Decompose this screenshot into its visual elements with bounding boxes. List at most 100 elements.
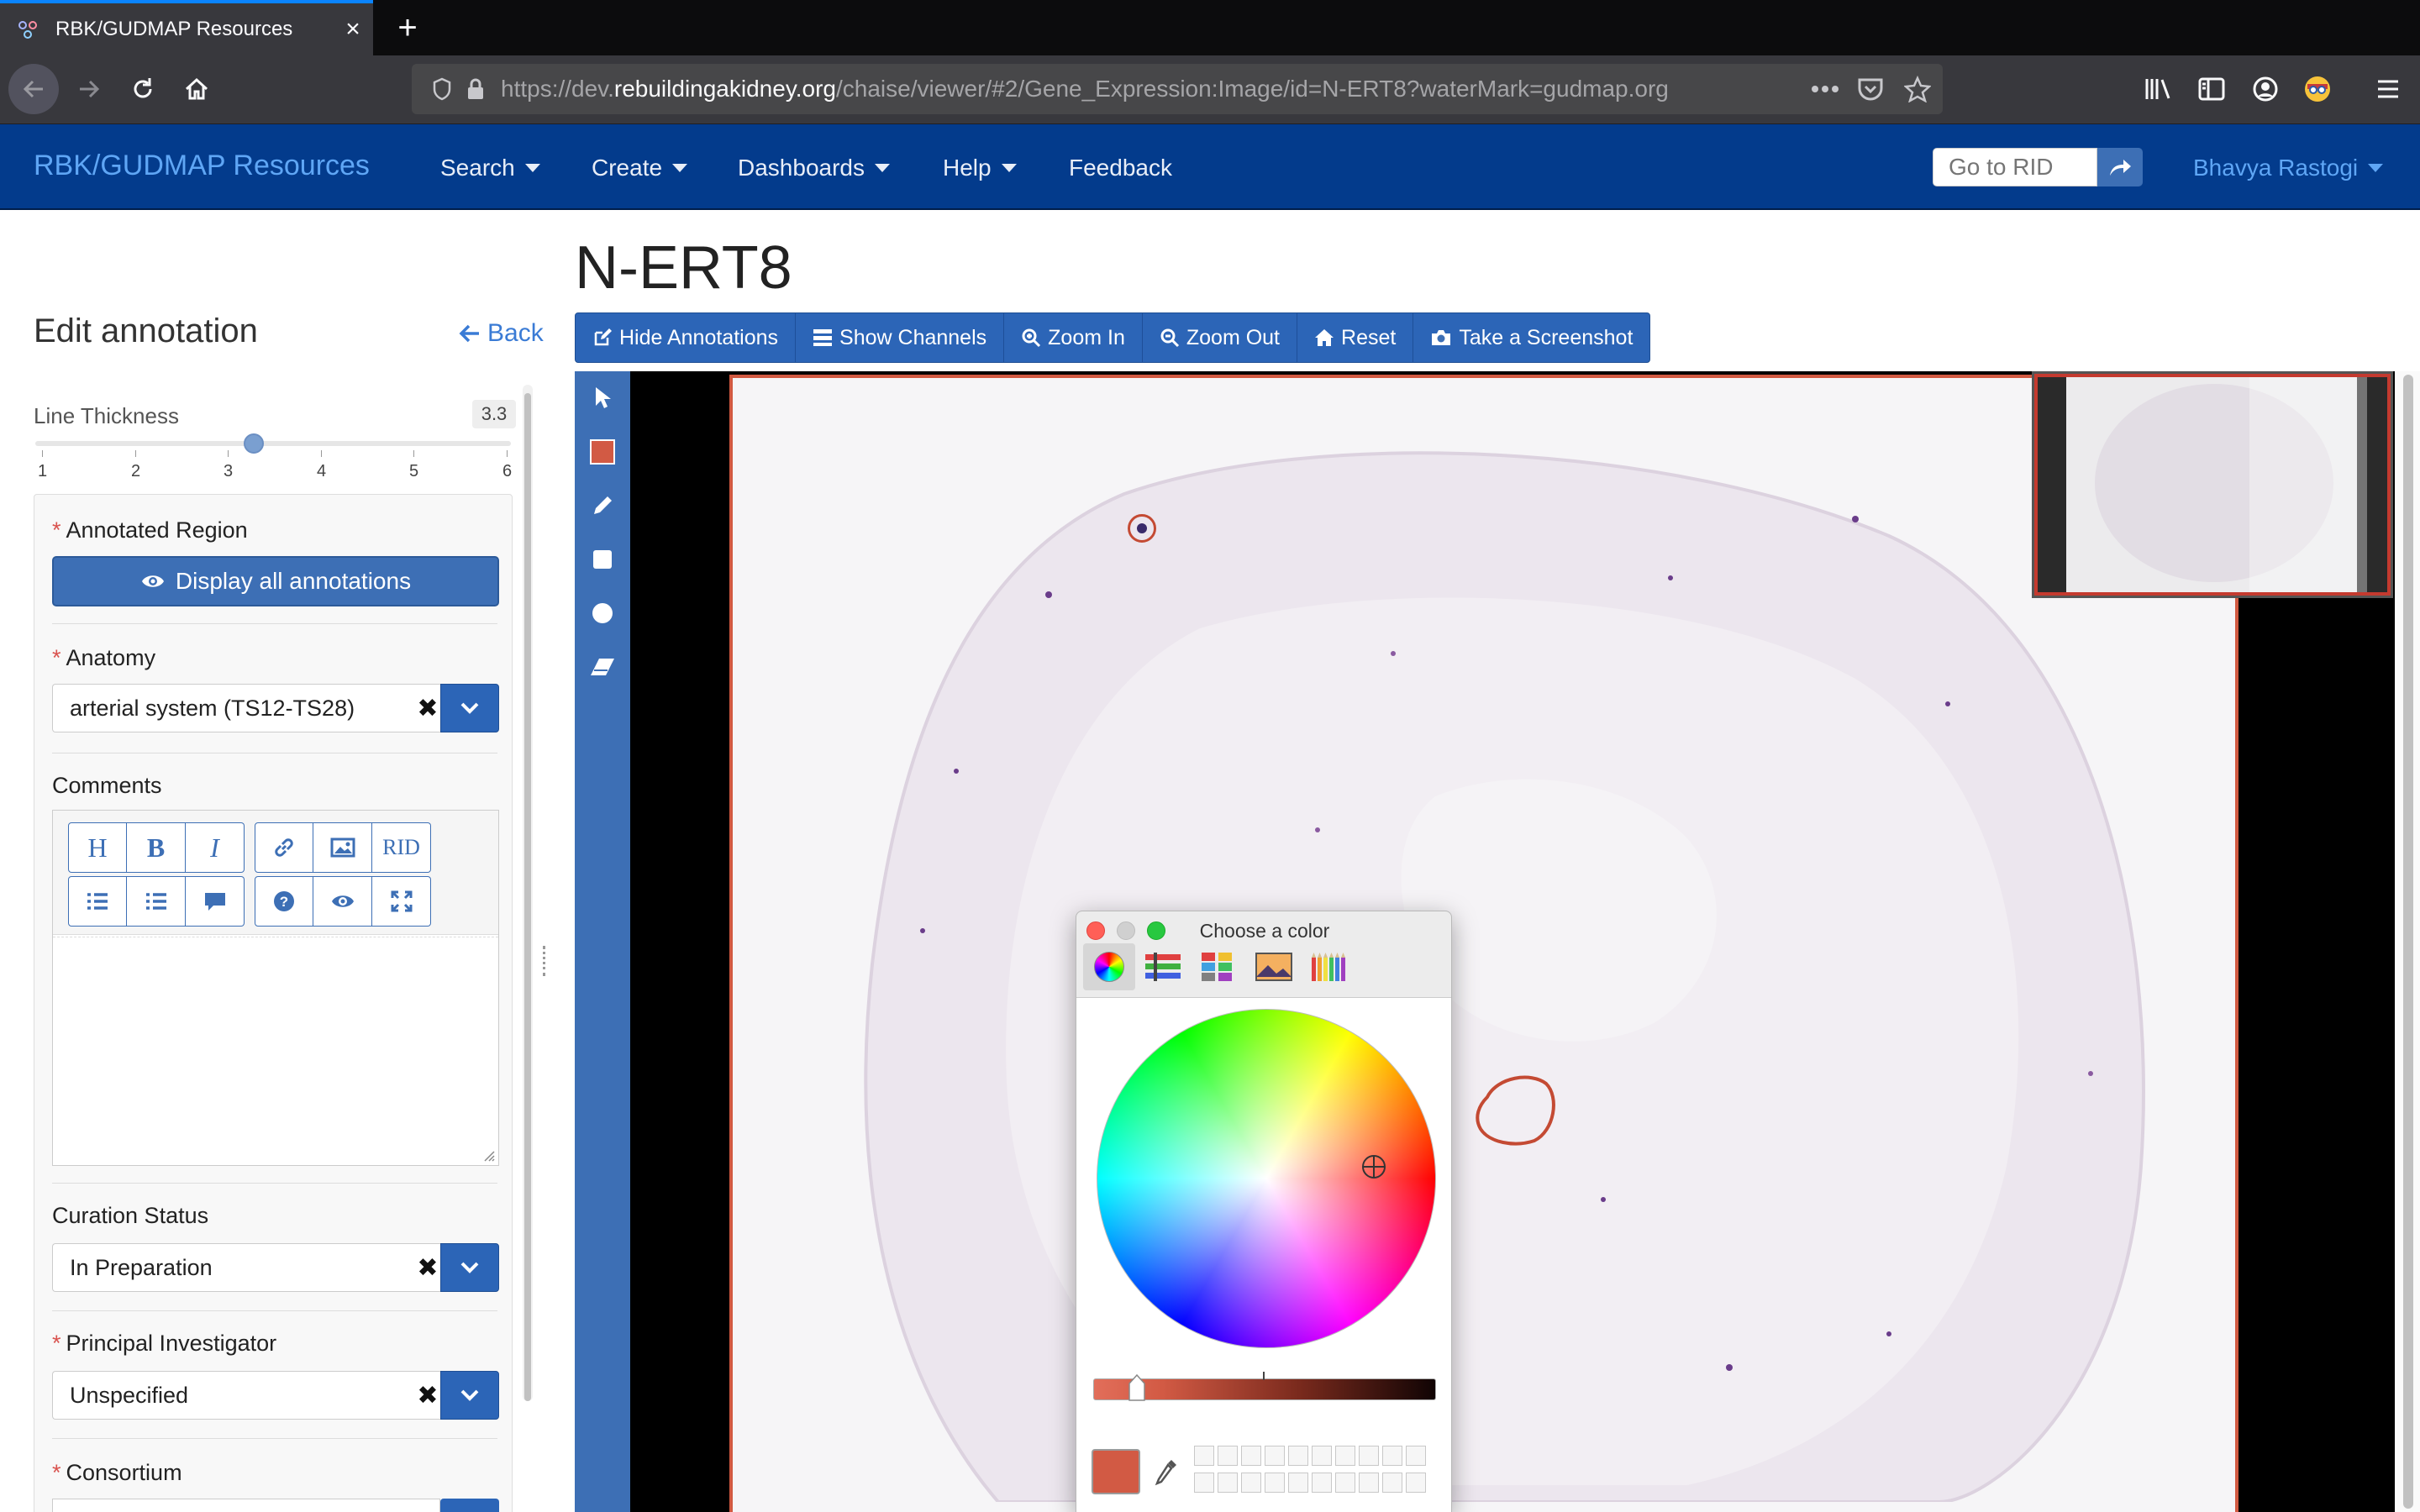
curation-status-select[interactable]: In Preparation ✖ [52, 1243, 499, 1292]
page-scrollbar-thumb[interactable] [2403, 375, 2413, 1509]
comment-button[interactable] [186, 876, 245, 927]
pocket-icon[interactable] [1847, 64, 1894, 114]
empty-swatch[interactable] [1312, 1473, 1332, 1493]
consortium-select[interactable] [52, 1499, 440, 1512]
numbered-list-button[interactable] [127, 876, 186, 927]
principal-investigator-select[interactable]: Unspecified ✖ [52, 1371, 499, 1420]
empty-swatch[interactable] [1382, 1473, 1402, 1493]
user-menu[interactable]: Bhavya Rastogi [2193, 155, 2384, 181]
clear-x-icon[interactable]: ✖ [415, 1243, 440, 1292]
panel-scrollbar-thumb[interactable] [524, 393, 531, 1401]
zoom-out-button[interactable]: Zoom Out [1143, 313, 1298, 362]
comments-textarea[interactable] [53, 937, 498, 1165]
annotation-marker[interactable] [1128, 514, 1156, 543]
menu-help[interactable]: Help [943, 155, 1017, 181]
bulleted-list-button[interactable] [68, 876, 127, 927]
empty-swatch[interactable] [1241, 1473, 1261, 1493]
empty-swatch[interactable] [1265, 1446, 1285, 1466]
help-button[interactable]: ? [255, 876, 313, 927]
empty-swatch[interactable] [1241, 1446, 1261, 1466]
rectangle-tool-icon[interactable] [575, 533, 630, 586]
color-palettes-mode-icon[interactable] [1191, 943, 1243, 990]
empty-swatch[interactable] [1218, 1446, 1238, 1466]
bold-button[interactable]: B [127, 822, 186, 873]
empty-swatch[interactable] [1335, 1473, 1355, 1493]
lock-icon[interactable] [459, 77, 492, 101]
fullscreen-button[interactable] [372, 876, 431, 927]
url-bar[interactable]: https://dev.rebuildingakidney.org/chaise… [412, 64, 1943, 114]
anatomy-select[interactable]: arterial system (TS12-TS28) ✖ [52, 684, 499, 732]
anatomy-value[interactable]: arterial system (TS12-TS28) [52, 684, 415, 732]
page-actions-icon[interactable] [1802, 64, 1849, 114]
empty-swatch[interactable] [1194, 1446, 1214, 1466]
chevron-down-icon[interactable] [440, 1243, 499, 1292]
menu-feedback[interactable]: Feedback [1069, 155, 1172, 181]
empty-swatch[interactable] [1265, 1473, 1285, 1493]
reload-icon[interactable] [118, 64, 168, 114]
current-color-swatch[interactable] [1092, 1449, 1140, 1494]
browser-tab[interactable]: RBK/GUDMAP Resources × [0, 0, 373, 55]
italic-button[interactable]: I [186, 822, 245, 873]
hide-annotations-button[interactable]: Hide Annotations [576, 313, 797, 362]
stroke-color-swatch[interactable] [575, 425, 630, 479]
empty-swatch[interactable] [1359, 1473, 1379, 1493]
color-wheel-crosshair-icon[interactable] [1362, 1155, 1386, 1179]
color-wheel[interactable] [1097, 1009, 1436, 1348]
empty-swatch[interactable] [1406, 1446, 1426, 1466]
brightness-slider-handle[interactable] [1128, 1373, 1146, 1402]
navigator-minimap[interactable] [2032, 371, 2393, 598]
sidebar-toggle-icon[interactable] [2188, 64, 2235, 114]
chevron-down-icon[interactable] [440, 684, 499, 732]
app-menu-icon[interactable] [2365, 64, 2412, 114]
tracking-shield-icon[interactable] [425, 77, 459, 101]
pointer-tool-icon[interactable] [575, 371, 630, 425]
take-screenshot-button[interactable]: Take a Screenshot [1413, 313, 1649, 362]
principal-investigator-value[interactable]: Unspecified [52, 1371, 415, 1420]
extension-icon[interactable] [2294, 64, 2341, 114]
eraser-tool-icon[interactable] [575, 640, 630, 694]
new-tab-button[interactable]: + [387, 7, 429, 49]
go-to-rid-button[interactable] [2097, 148, 2143, 186]
image-button[interactable] [313, 822, 372, 873]
browser-back-button[interactable] [8, 64, 59, 114]
brand-link[interactable]: RBK/GUDMAP Resources [34, 150, 370, 182]
account-icon[interactable] [2242, 64, 2289, 114]
bookmark-star-icon[interactable] [1894, 64, 1941, 114]
rid-button[interactable]: RID [372, 822, 431, 873]
annotation-freehand-shape[interactable] [1472, 1072, 1560, 1147]
circle-tool-icon[interactable] [575, 586, 630, 640]
panel-resize-handle[interactable] [543, 946, 548, 976]
reset-button[interactable]: Reset [1297, 313, 1414, 362]
eyedropper-icon[interactable] [1150, 1454, 1184, 1491]
empty-swatch[interactable] [1382, 1446, 1402, 1466]
menu-create[interactable]: Create [592, 155, 688, 181]
clear-x-icon[interactable]: ✖ [415, 684, 440, 732]
empty-swatch[interactable] [1288, 1473, 1308, 1493]
library-icon[interactable] [2134, 64, 2181, 114]
display-all-annotations-button[interactable]: Display all annotations [52, 556, 499, 606]
empty-swatch[interactable] [1359, 1446, 1379, 1466]
show-channels-button[interactable]: Show Channels [796, 313, 1005, 362]
line-thickness-slider-handle[interactable] [244, 433, 265, 454]
menu-search[interactable]: Search [440, 155, 540, 181]
empty-swatch[interactable] [1312, 1446, 1332, 1466]
resize-grip-icon[interactable] [481, 1148, 495, 1162]
zoom-in-button[interactable]: Zoom In [1004, 313, 1143, 362]
empty-swatch[interactable] [1335, 1446, 1355, 1466]
empty-swatch[interactable] [1288, 1446, 1308, 1466]
back-link[interactable]: Back [459, 319, 544, 348]
menu-dashboards[interactable]: Dashboards [738, 155, 890, 181]
empty-swatch[interactable] [1406, 1473, 1426, 1493]
clear-x-icon[interactable]: ✖ [415, 1371, 440, 1420]
heading-button[interactable]: H [68, 822, 127, 873]
curation-status-value[interactable]: In Preparation [52, 1243, 415, 1292]
image-palettes-mode-icon[interactable] [1248, 943, 1300, 990]
link-button[interactable] [255, 822, 313, 873]
chevron-down-icon[interactable] [440, 1371, 499, 1420]
chevron-down-icon[interactable] [440, 1499, 499, 1512]
browser-forward-button[interactable] [64, 64, 114, 114]
empty-swatch[interactable] [1218, 1473, 1238, 1493]
empty-swatch[interactable] [1194, 1473, 1214, 1493]
pencil-tool-icon[interactable] [575, 479, 630, 533]
color-sliders-mode-icon[interactable] [1137, 943, 1189, 990]
